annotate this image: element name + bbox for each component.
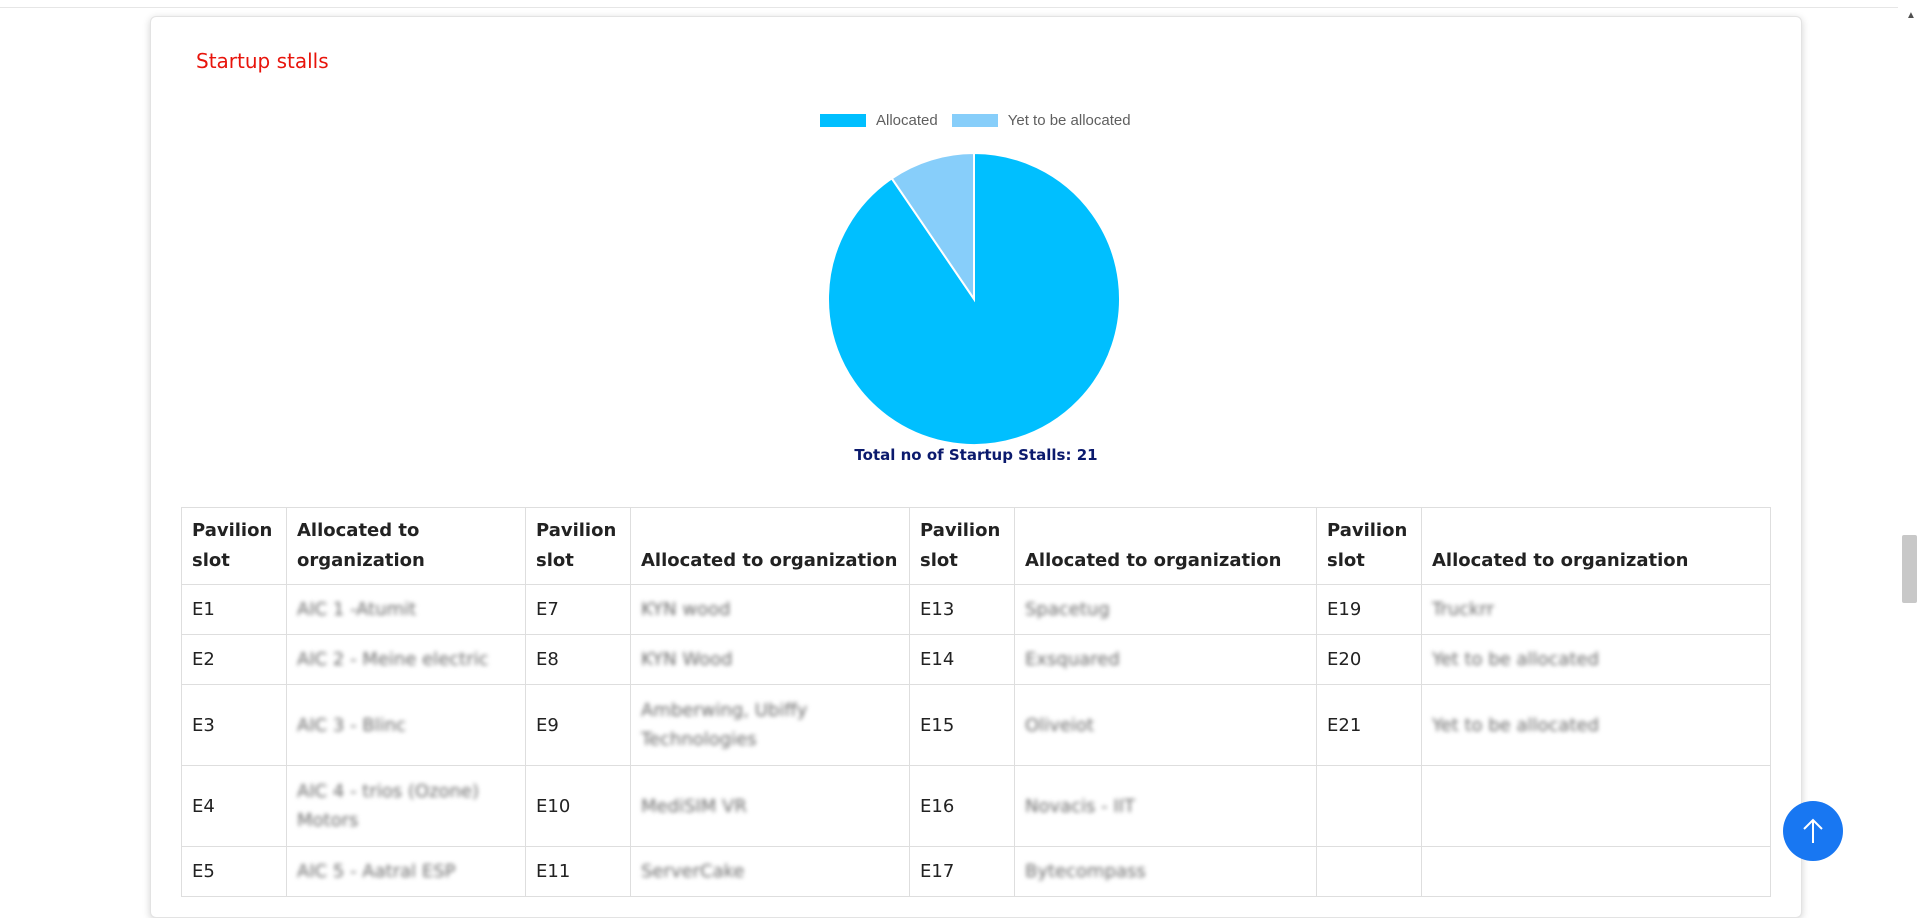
- table-header-row: Pavilion slot Allocated to organization …: [181, 507, 1771, 585]
- legend-label-unallocated: Yet to be allocated: [1007, 112, 1131, 129]
- slot-cell: E5: [181, 846, 287, 897]
- header-divider: [0, 7, 1898, 8]
- slot-cell: E13: [909, 584, 1015, 635]
- slot-cell: E4: [181, 765, 287, 847]
- slot-cell: E19: [1316, 584, 1422, 635]
- col-header-pavilion-slot: Pavilion slot: [525, 507, 631, 585]
- chart-caption: Total no of Startup Stalls: 21: [854, 446, 1098, 464]
- scrollbar-thumb[interactable]: [1902, 535, 1917, 603]
- slot-cell: [1316, 765, 1422, 847]
- legend-swatch-allocated: [820, 114, 866, 127]
- slot-cell: E2: [181, 634, 287, 685]
- organization-cell: AIC 4 - trios (Ozone) Motors: [286, 765, 526, 847]
- organization-cell: Truckrr: [1421, 584, 1771, 635]
- slot-cell: [1316, 846, 1422, 897]
- arrow-up-icon: [1803, 818, 1823, 843]
- col-header-allocated-to: Allocated to organization: [1014, 507, 1317, 585]
- table-row: E1 AIC 1 -Atumit E7 KYN wood E13 Spacetu…: [181, 584, 1771, 635]
- legend-swatch-unallocated: [951, 114, 998, 127]
- organization-cell: Spacetug: [1014, 584, 1317, 635]
- legend-item-allocated[interactable]: Allocated: [820, 112, 938, 129]
- organization-cell: MediSIM VR: [630, 765, 910, 847]
- slot-cell: E16: [909, 765, 1015, 847]
- organization-cell: AIC 5 - Aatral ESP: [286, 846, 526, 897]
- table-row: E3 AIC 3 - Blinc E9 Amberwing, Ubiffy Te…: [181, 684, 1771, 766]
- pavilion-slots-table: Pavilion slot Allocated to organization …: [181, 507, 1771, 897]
- col-header-allocated-to: Allocated to organization: [286, 507, 526, 585]
- slot-cell: E17: [909, 846, 1015, 897]
- slot-cell: E3: [181, 684, 287, 766]
- organization-cell: Yet to be allocated: [1421, 684, 1771, 766]
- table-row: E2 AIC 2 - Meine electric E8 KYN Wood E1…: [181, 634, 1771, 685]
- organization-cell: KYN Wood: [630, 634, 910, 685]
- slot-cell: E15: [909, 684, 1015, 766]
- slot-cell: E20: [1316, 634, 1422, 685]
- organization-cell: Novacis - IIT: [1014, 765, 1317, 847]
- pie-chart-container: [824, 149, 1124, 449]
- card-title: Startup stalls: [196, 49, 329, 73]
- triangle-up-icon[interactable]: ▲: [1906, 10, 1916, 21]
- table-row: E5 AIC 5 - Aatral ESP E11 ServerCake E17…: [181, 846, 1771, 897]
- startup-stalls-card: Startup stalls Allocated Yet to be alloc…: [150, 16, 1802, 918]
- organization-cell: KYN wood: [630, 584, 910, 635]
- organization-cell: [1421, 846, 1771, 897]
- slot-cell: E1: [181, 584, 287, 635]
- pie-chart: [827, 151, 1121, 446]
- col-header-allocated-to: Allocated to organization: [1421, 507, 1771, 585]
- organization-cell: [1421, 765, 1771, 847]
- slot-cell: E9: [525, 684, 631, 766]
- organization-cell: Bytecompass: [1014, 846, 1317, 897]
- organization-cell: AIC 3 - Blinc: [286, 684, 526, 766]
- slot-cell: E21: [1316, 684, 1422, 766]
- col-header-pavilion-slot: Pavilion slot: [181, 507, 287, 585]
- organization-cell: Amberwing, Ubiffy Technologies: [630, 684, 910, 766]
- slot-cell: E7: [525, 584, 631, 635]
- back-to-top-button[interactable]: [1783, 801, 1843, 861]
- organization-cell: Yet to be allocated: [1421, 634, 1771, 685]
- legend-item-unallocated[interactable]: Yet to be allocated: [951, 112, 1131, 129]
- slot-cell: E11: [525, 846, 631, 897]
- chart-legend: Allocated Yet to be allocated: [820, 112, 1145, 129]
- organization-cell: ServerCake: [630, 846, 910, 897]
- col-header-allocated-to: Allocated to organization: [630, 507, 910, 585]
- slot-cell: E14: [909, 634, 1015, 685]
- organization-cell: AIC 2 - Meine electric: [286, 634, 526, 685]
- slot-cell: E8: [525, 634, 631, 685]
- legend-label-allocated: Allocated: [876, 112, 938, 129]
- page-scrollbar[interactable]: [1902, 0, 1920, 889]
- organization-cell: Oliveiot: [1014, 684, 1317, 766]
- col-header-pavilion-slot: Pavilion slot: [1316, 507, 1422, 585]
- organization-cell: Exsquared: [1014, 634, 1317, 685]
- slot-cell: E10: [525, 765, 631, 847]
- table-row: E4 AIC 4 - trios (Ozone) Motors E10 Medi…: [181, 765, 1771, 847]
- organization-cell: AIC 1 -Atumit: [286, 584, 526, 635]
- col-header-pavilion-slot: Pavilion slot: [909, 507, 1015, 585]
